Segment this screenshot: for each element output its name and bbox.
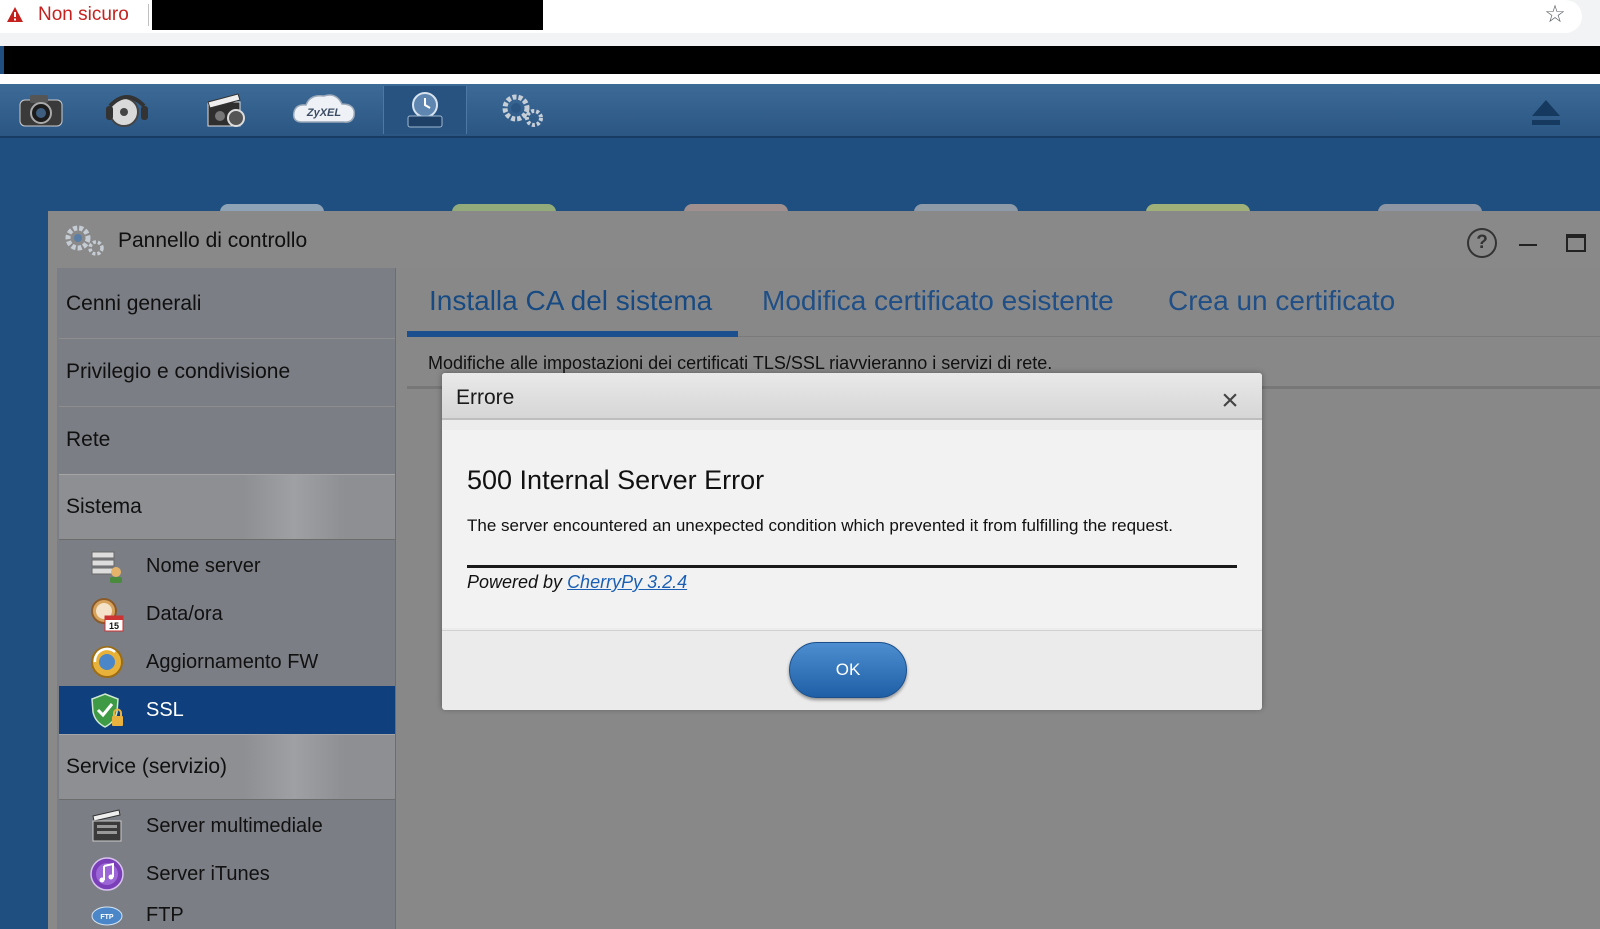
ftp-icon-text: FTP	[100, 914, 114, 921]
sidebar-item-media-server[interactable]: Server multimediale	[59, 802, 395, 850]
sidebar-item-label: Server multimediale	[146, 814, 323, 837]
error-dialog-title: Errore	[456, 386, 515, 409]
ssl-shield-icon	[91, 693, 123, 728]
maximize-icon[interactable]	[1566, 234, 1586, 252]
url-separator	[148, 4, 149, 26]
eject-icon[interactable]	[1530, 96, 1562, 128]
ok-button[interactable]: OK	[789, 642, 907, 698]
redacted-url	[152, 0, 543, 30]
sidebar-item-server-name[interactable]: Nome server	[59, 542, 395, 590]
zyxel-logo-text: ZyXEL	[306, 107, 342, 119]
settings-app-button[interactable]	[482, 86, 564, 134]
media-server-icon	[92, 809, 122, 842]
video-app-button[interactable]	[184, 86, 266, 134]
sidebar-item-label: Nome server	[146, 554, 261, 577]
sidebar-item-itunes[interactable]: Server iTunes	[59, 850, 395, 898]
page-top-strip	[0, 74, 1600, 84]
settings-icon	[502, 94, 543, 127]
error-dialog-header	[442, 373, 1262, 420]
sidebar-divider	[59, 338, 395, 339]
zyxel-cloud-icon: ZyXEL	[292, 94, 355, 123]
calendar-badge: 15	[109, 621, 119, 631]
sidebar-item-label: Server iTunes	[146, 862, 270, 885]
window-title: Pannello di controllo	[118, 229, 308, 252]
sidebar-item-network[interactable]: Rete	[59, 408, 395, 472]
sidebar-item-label: SSL	[146, 698, 184, 721]
powered-by: Powered by CherryPy 3.2.4	[467, 570, 687, 594]
sidebar-item-ftp[interactable]: FTP FTP	[59, 898, 395, 929]
sidebar-item-label: Data/ora	[146, 602, 223, 625]
sidebar-item-fw-update[interactable]: Aggiornamento FW	[59, 638, 395, 686]
zyxel-cloud-app-button[interactable]: ZyXEL	[284, 86, 366, 134]
error-heading: 500 Internal Server Error	[467, 465, 765, 495]
star-icon[interactable]: ☆	[1542, 2, 1568, 28]
help-icon[interactable]: ?	[1467, 228, 1497, 258]
sidebar-item-label: Aggiornamento FW	[146, 650, 319, 673]
redacted-bookmarks-bar	[4, 46, 1600, 74]
photo-app-button[interactable]	[0, 86, 82, 134]
sidebar-item-privileges[interactable]: Privilegio e condivisione	[59, 340, 395, 404]
sidebar-divider	[59, 406, 395, 407]
warning-triangle-icon	[7, 7, 23, 22]
minimize-icon[interactable]	[1519, 244, 1537, 246]
sidebar-item-overview[interactable]: Cenni generali	[59, 272, 395, 336]
tab-create-certificate[interactable]: Crea un certificato	[1168, 281, 1395, 321]
backup-app-button[interactable]	[383, 86, 467, 134]
active-tab-underline	[407, 331, 738, 337]
server-name-icon	[91, 551, 122, 583]
tab-install-ca[interactable]: Installa CA del sistema	[429, 281, 712, 321]
clock-calendar-icon: 15	[91, 598, 124, 632]
tab-edit-certificate[interactable]: Modifica certificato esistente	[762, 281, 1114, 321]
sidebar-group-system[interactable]: Sistema	[59, 474, 395, 540]
backup-icon	[407, 92, 443, 128]
powered-by-prefix: Powered by	[467, 572, 568, 592]
sidebar-item-datetime[interactable]: 15 Data/ora	[59, 590, 395, 638]
music-icon	[106, 95, 148, 127]
itunes-icon	[90, 857, 124, 891]
sidebar-item-label: FTP	[146, 904, 184, 926]
control-panel-gear-icon	[65, 225, 104, 256]
music-app-button[interactable]	[86, 86, 168, 134]
error-message: The server encountered an unexpected con…	[467, 516, 1173, 535]
ftp-icon: FTP	[91, 906, 123, 926]
photo-icon	[19, 95, 63, 127]
sidebar-item-ssl[interactable]: SSL	[59, 686, 395, 734]
error-rule	[467, 565, 1237, 568]
cherrypy-link[interactable]: CherryPy 3.2.4	[567, 572, 687, 592]
video-icon	[207, 93, 245, 127]
close-icon[interactable]: ×	[1217, 386, 1243, 416]
firmware-update-icon	[91, 646, 123, 678]
sidebar-group-service[interactable]: Service (servizio)	[59, 734, 395, 800]
security-warning[interactable]: Non sicuro	[38, 3, 129, 27]
